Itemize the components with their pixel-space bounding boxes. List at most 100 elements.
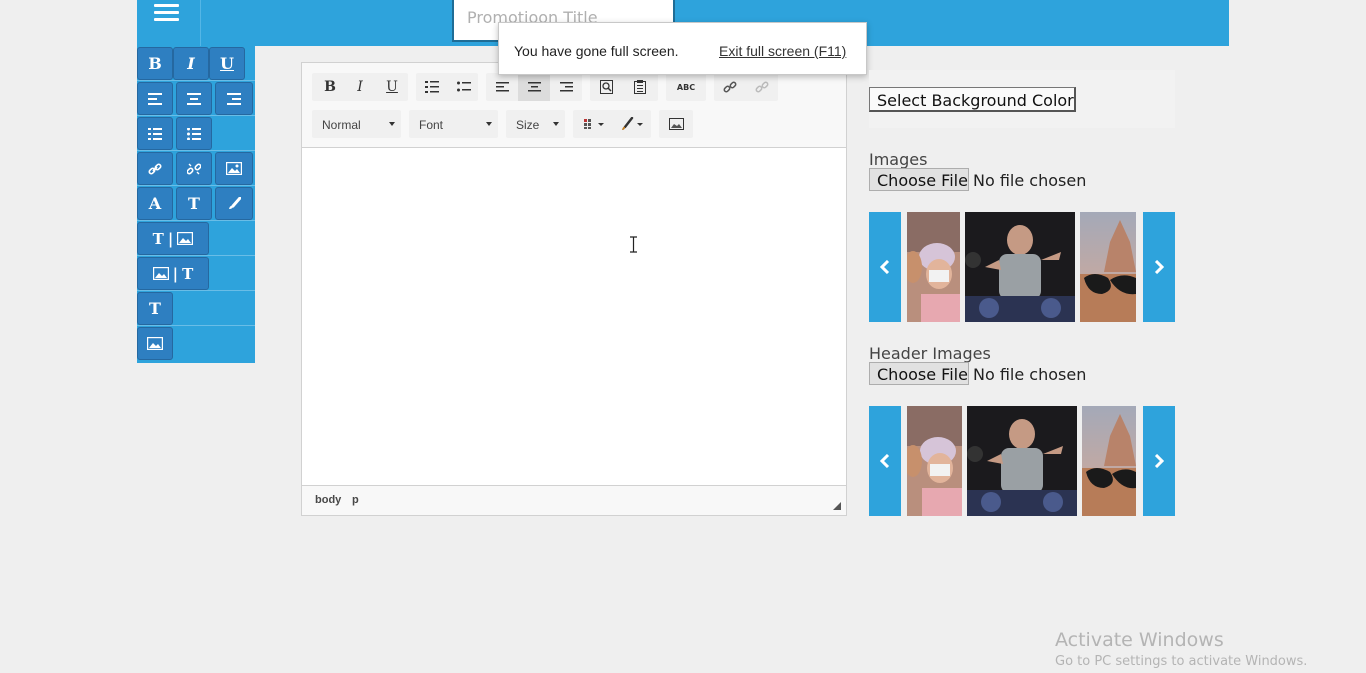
table-icon [584,119,604,129]
align-left-button[interactable] [137,82,173,115]
bold-button[interactable]: B [137,47,173,80]
image-button[interactable] [215,152,253,185]
text-block-button[interactable]: T [137,292,173,325]
palette-row-text-block: T [137,291,255,326]
images-prev-button[interactable] [869,212,901,322]
align-right-button[interactable] [215,82,253,115]
underline-button[interactable]: U [378,73,406,101]
image-thumbnail[interactable] [967,406,1077,516]
spellcheck-button[interactable]: ABC [670,73,702,101]
size-combo[interactable]: Size [506,110,565,138]
image-thumbnail[interactable] [1080,212,1136,322]
editor-content-area[interactable] [302,148,846,485]
spellcheck-icon: ABC [676,82,696,92]
images-next-button[interactable] [1143,212,1175,322]
unlink-button[interactable] [176,152,212,185]
align-left-icon [495,82,509,92]
align-center-button[interactable] [518,73,550,101]
chevron-left-icon [880,454,890,468]
font-color-button[interactable]: A [137,187,173,220]
spellcheck-group: ABC [666,73,706,101]
palette-row-align [137,81,255,116]
header-images-prev-button[interactable] [869,406,901,516]
path-p[interactable]: p [352,494,359,506]
images-label: Images [869,150,928,169]
image-block-icon [147,337,163,350]
document-group [590,73,658,101]
image-thumbnail[interactable] [907,406,962,516]
header-images-choose-file-button[interactable]: Choose File [869,362,969,385]
paste-button[interactable] [626,73,654,101]
text-then-image-icon: T | [153,230,194,248]
bulleted-list-icon [457,81,471,92]
link-button[interactable] [716,73,744,101]
header-images-next-button[interactable] [1143,406,1175,516]
find-button[interactable] [592,73,620,101]
align-group [486,73,582,101]
background-color-area: Select Background Color [869,70,1175,128]
bold-button[interactable]: B [316,73,344,101]
underline-icon: U [386,79,398,95]
table-color-group [573,110,651,138]
underline-button[interactable]: U [209,47,245,80]
image-thumbnail[interactable] [1082,406,1136,516]
link-button[interactable] [137,152,173,185]
exit-fullscreen-link[interactable]: Exit full screen (F11) [719,43,846,59]
numbered-list-button[interactable] [418,73,446,101]
images-no-file-text: No file chosen [973,171,1087,190]
align-left-icon [148,92,162,105]
images-carousel [869,212,1175,322]
unordered-list-button[interactable] [176,117,212,150]
text-size-icon: T [188,194,200,213]
select-background-color-button[interactable]: Select Background Color [869,87,1076,112]
path-body[interactable]: body [315,494,341,506]
italic-icon: I [187,54,195,73]
image-thumbnail[interactable] [907,212,960,322]
insert-image-button[interactable] [662,110,690,138]
palette-row-font: A T [137,186,255,221]
header-images-label: Header Images [869,344,991,363]
palette-row-image-block [137,326,255,361]
unlink-icon [755,81,769,93]
find-icon [599,80,613,94]
text-then-image-button[interactable]: T | [137,222,209,255]
align-center-icon [187,92,201,105]
align-left-button[interactable] [488,73,516,101]
activate-windows-title: Activate Windows [1055,629,1224,651]
unlink-button[interactable] [748,73,776,101]
link-group [714,73,778,101]
hamburger-icon[interactable] [137,0,201,46]
paint-brush-button[interactable] [215,187,253,220]
image-icon [668,118,684,130]
align-center-button[interactable] [176,82,212,115]
image-thumbnail[interactable] [965,212,1075,322]
table-button[interactable] [577,110,611,138]
resize-handle-icon[interactable] [833,502,841,510]
palette-row-media [137,151,255,186]
text-color-button[interactable] [615,110,649,138]
link-icon [148,162,162,175]
ordered-list-button[interactable] [137,117,173,150]
font-combo[interactable]: Font [409,110,498,138]
basic-styles-group: B I U [312,73,408,101]
chevron-right-icon [1154,260,1164,274]
align-right-icon [559,82,573,92]
side-tool-palette: B I U A T T | | T T [137,46,255,363]
bulleted-list-button[interactable] [450,73,478,101]
rich-text-editor: B I U ABC Normal Font Size body p [301,62,847,516]
image-block-button[interactable] [137,327,173,360]
palette-row-text-image: T | [137,221,255,256]
paint-brush-icon [229,196,241,209]
italic-button[interactable]: I [346,73,374,101]
palette-row-image-text: | T [137,256,255,291]
image-then-text-button[interactable]: | T [137,257,209,290]
align-center-icon [527,82,541,92]
images-choose-file-button[interactable]: Choose File [869,168,969,191]
italic-button[interactable]: I [173,47,209,80]
align-right-button[interactable] [552,73,580,101]
chevron-right-icon [1154,454,1164,468]
format-combo[interactable]: Normal [312,110,401,138]
header-images-carousel [869,406,1175,516]
image-then-text-icon: | T [152,265,193,283]
text-size-button[interactable]: T [176,187,212,220]
